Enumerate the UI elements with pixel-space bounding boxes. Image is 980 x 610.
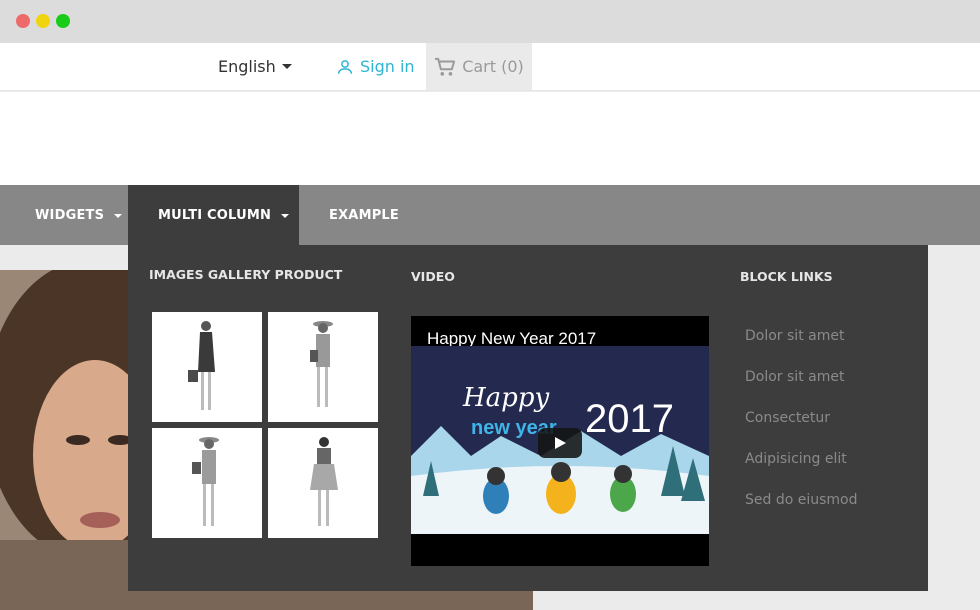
gallery-thumbnail[interactable]	[152, 428, 262, 538]
block-link[interactable]: Dolor sit amet	[745, 328, 858, 369]
cart-icon	[435, 57, 456, 76]
menu-item-example[interactable]: EXAMPLE	[329, 185, 399, 245]
caret-down-icon	[281, 213, 290, 218]
block-link[interactable]: Adipisicing elit	[745, 451, 858, 492]
page-background	[928, 245, 980, 610]
cart-link[interactable]: Cart (0)	[426, 43, 532, 90]
browser-window: English Sign in Cart (0) WIDGETS MULTI C…	[0, 0, 980, 610]
block-links-list: Dolor sit amet Dolor sit amet Consectetu…	[745, 328, 858, 533]
links-column-title: BLOCK LINKS	[740, 269, 833, 284]
user-icon	[337, 59, 353, 74]
menu-item-label: MULTI COLUMN	[158, 207, 272, 223]
header-area	[0, 92, 980, 185]
block-link[interactable]: Dolor sit amet	[745, 369, 858, 410]
gallery-column-title: IMAGES GALLERY PRODUCT	[149, 267, 343, 282]
menu-item-label: EXAMPLE	[329, 207, 399, 223]
language-selector[interactable]: English	[218, 57, 292, 76]
play-icon	[555, 437, 566, 449]
gallery-thumbnail[interactable]	[152, 312, 262, 422]
multi-column-dropdown: IMAGES GALLERY PRODUCT VIDEO BLOCK LINKS	[128, 245, 928, 591]
video-scene-happy: Happy	[462, 383, 549, 413]
video-column-title: VIDEO	[411, 269, 455, 284]
block-link[interactable]: Sed do eiusmod	[745, 492, 858, 533]
video-scene-year: 2017	[585, 397, 674, 441]
sign-in-link[interactable]: Sign in	[336, 57, 415, 76]
top-navigation: English Sign in Cart (0)	[0, 43, 980, 91]
gallery-thumbnail[interactable]	[268, 312, 378, 422]
video-player[interactable]: Happy New Year 2017 Happy new year 2017	[411, 316, 709, 566]
main-menu: WIDGETS MULTI COLUMN EXAMPLE	[0, 185, 980, 245]
title-bar	[0, 0, 980, 43]
menu-item-multi-column[interactable]: MULTI COLUMN	[128, 185, 299, 245]
gallery-thumbnail[interactable]	[268, 428, 378, 538]
block-link[interactable]: Consectetur	[745, 410, 858, 451]
caret-down-icon	[114, 213, 123, 218]
close-window-button[interactable]	[16, 14, 30, 28]
caret-down-icon	[281, 64, 292, 69]
menu-item-label: WIDGETS	[35, 207, 105, 223]
sign-in-label: Sign in	[360, 57, 415, 76]
maximize-window-button[interactable]	[56, 14, 70, 28]
play-button[interactable]	[538, 428, 582, 458]
cart-label: Cart (0)	[462, 57, 524, 76]
menu-item-widgets[interactable]: WIDGETS	[35, 185, 123, 245]
language-label: English	[218, 57, 276, 76]
minimize-window-button[interactable]	[36, 14, 50, 28]
